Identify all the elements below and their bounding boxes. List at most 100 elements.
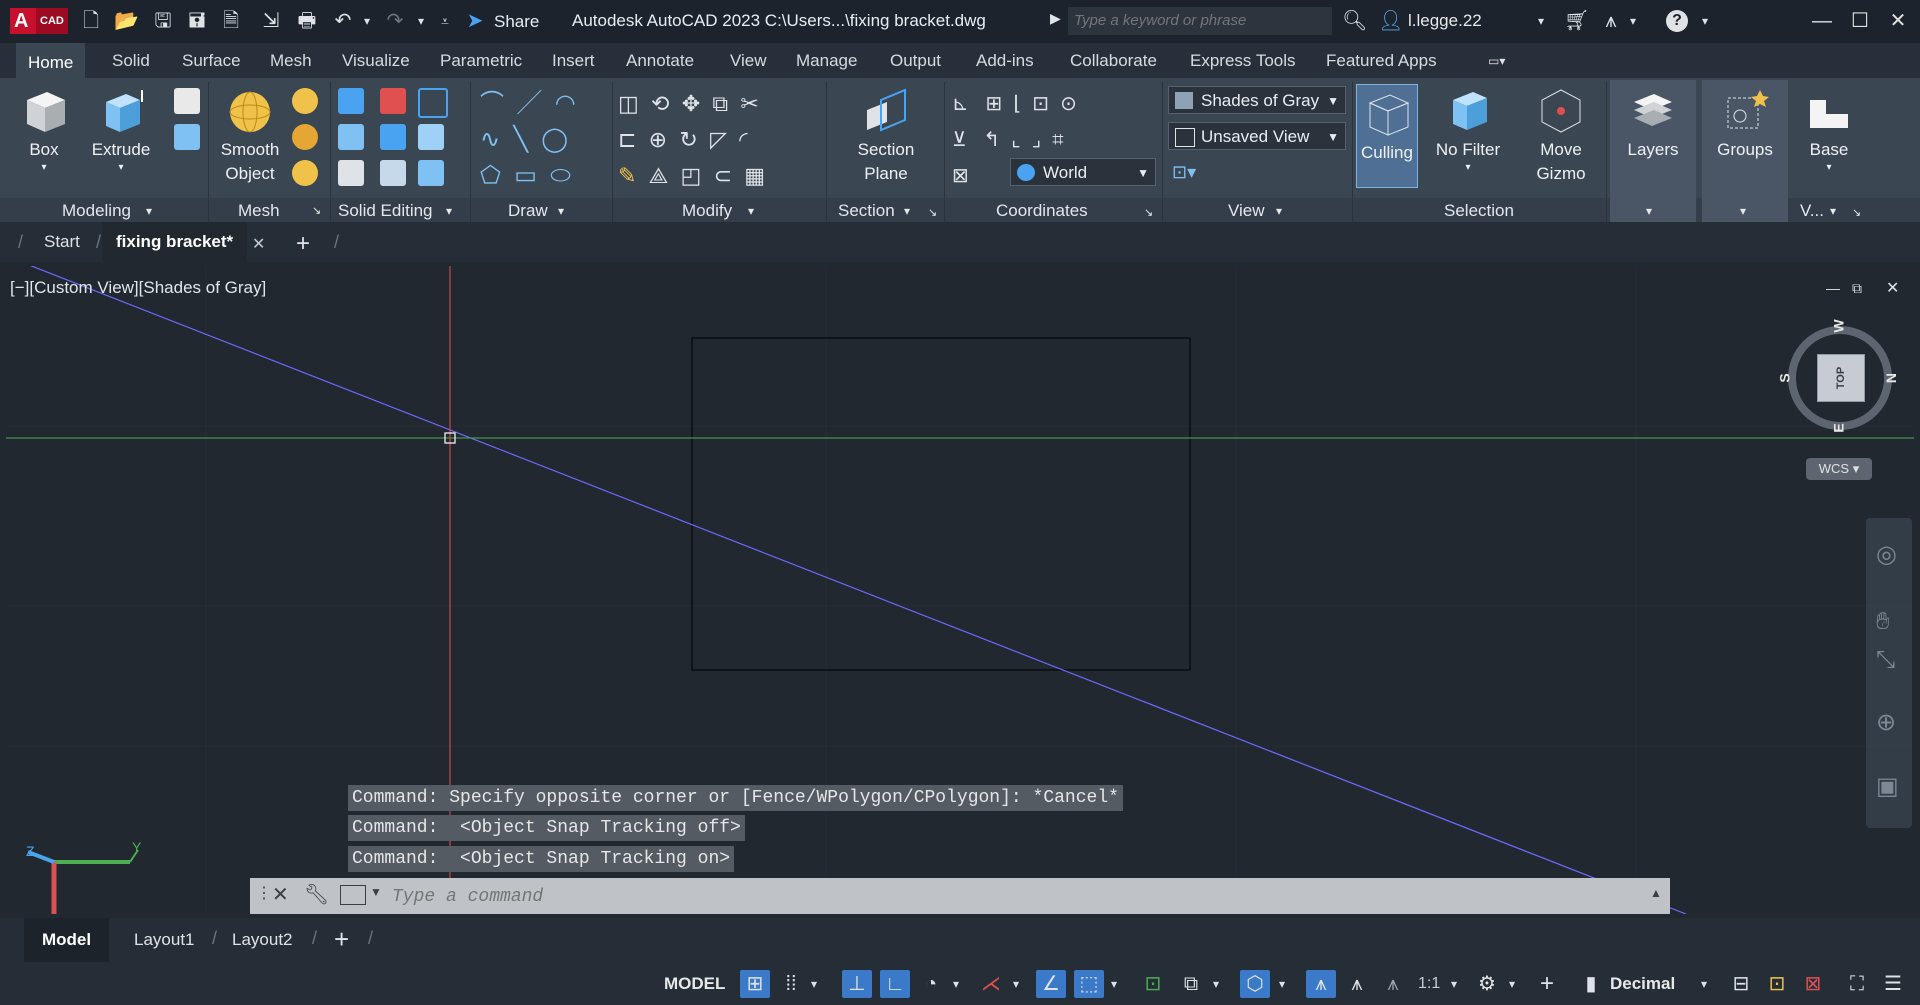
user-name[interactable]: l.legge.22: [1408, 11, 1482, 31]
section-panel-dropdown-icon[interactable]: ▾: [904, 204, 910, 218]
clean-screen-icon[interactable]: ⛶: [1842, 970, 1872, 998]
tab-layout2[interactable]: Layout2: [232, 918, 293, 962]
section-plane-button[interactable]: Section Plane: [838, 86, 934, 186]
mesh-refine-icon[interactable]: [292, 160, 318, 186]
draw-panel-label[interactable]: Draw: [508, 200, 548, 222]
export-icon[interactable]: ⇲: [260, 10, 282, 32]
ucs-view-icon[interactable]: ⊡: [1032, 93, 1049, 115]
section-panel-label[interactable]: Section: [838, 200, 895, 222]
a360-dropdown-icon[interactable]: ▾: [1622, 10, 1644, 32]
user-icon[interactable]: 👤︎: [1378, 10, 1403, 32]
mesh-smooth-more-icon[interactable]: [292, 124, 318, 150]
undo-dropdown-icon[interactable]: ▾: [356, 10, 378, 32]
grid-display-icon[interactable]: ⊞: [740, 970, 770, 998]
ucs-icon-properties-icon[interactable]: ⊙: [1060, 93, 1077, 115]
tab-layout1[interactable]: Layout1: [134, 918, 195, 962]
view-panel-launcher-icon[interactable]: ↘: [1852, 206, 1861, 219]
viewport-controls-label[interactable]: [−][Custom View][Shades of Gray]: [10, 278, 266, 298]
view-panel-truncated-label[interactable]: V...: [1800, 200, 1824, 222]
modify-panel-label[interactable]: Modify: [682, 200, 732, 222]
annotation-scale-icon[interactable]: ⩚: [1378, 970, 1408, 998]
array-icon[interactable]: ▦: [744, 163, 765, 188]
base-view-button[interactable]: Base ▾: [1796, 86, 1862, 174]
redo-dropdown-icon[interactable]: ▾: [410, 10, 432, 32]
pan-icon[interactable]: ✋︎: [1876, 608, 1890, 636]
array-3d-icon[interactable]: ⊕: [649, 127, 667, 152]
ribbon-tab-parametric[interactable]: Parametric: [440, 43, 522, 78]
command-grip-icon[interactable]: ⋮: [256, 883, 272, 903]
drawing-canvas[interactable]: Y Z: [6, 266, 1914, 914]
align-icon[interactable]: ⊏: [618, 127, 636, 152]
ribbon-minimize-toggle-icon[interactable]: ▭▾: [1488, 54, 1522, 68]
arc-icon[interactable]: ◠: [555, 90, 576, 117]
ucs-icon[interactable]: ⊾: [952, 93, 969, 115]
ribbon-tab-express-tools[interactable]: Express Tools: [1190, 43, 1296, 78]
annotation-visibility-icon[interactable]: ⩚: [1306, 970, 1336, 998]
share-icon[interactable]: ➤: [464, 10, 486, 32]
ribbon-tab-collaborate[interactable]: Collaborate: [1070, 43, 1157, 78]
construction-line[interactable]: [6, 266, 1687, 914]
mirror-icon[interactable]: ◫: [618, 91, 639, 116]
annotation-monitor-icon[interactable]: +: [1532, 970, 1562, 998]
redo-icon[interactable]: ↷: [384, 10, 406, 32]
open-folder-icon[interactable]: 📂: [114, 10, 139, 32]
offset-icon[interactable]: ⊂: [714, 163, 732, 188]
coordinates-panel-launcher-icon[interactable]: ↘: [1144, 206, 1153, 219]
line-icon[interactable]: ╱: [517, 90, 541, 117]
command-customize-wrench-icon[interactable]: 🔧︎: [304, 882, 329, 907]
workspace-dropdown-icon[interactable]: ▾: [1504, 970, 1520, 998]
osnap-dropdown-icon[interactable]: ▾: [1106, 970, 1122, 998]
modeling-panel-label[interactable]: Modeling: [62, 200, 131, 222]
ucs-3point-icon[interactable]: ⌗: [1052, 129, 1063, 151]
selection-panel-label[interactable]: Selection: [1444, 200, 1514, 222]
groups-dropdown-icon[interactable]: ▾: [1740, 204, 1746, 218]
ellipse-icon[interactable]: ⬭: [550, 162, 571, 189]
polysolid-icon[interactable]: [174, 88, 200, 114]
scale-icon[interactable]: ◸: [710, 127, 727, 152]
customize-qat-icon[interactable]: ⩡: [434, 10, 456, 32]
snap-dropdown-icon[interactable]: ▾: [806, 970, 822, 998]
ucs-named-icon[interactable]: ⊞: [985, 93, 1002, 115]
polyline-icon[interactable]: ⌒: [480, 90, 504, 117]
publish-icon[interactable]: 🗎: [220, 10, 242, 32]
solid-editing-dropdown-icon[interactable]: ▾: [446, 204, 452, 218]
extract-edges-icon[interactable]: [338, 160, 364, 186]
visual-style-dropdown[interactable]: Shades of Gray ▼: [1168, 86, 1346, 114]
minimize-button[interactable]: —: [1802, 6, 1842, 36]
lineweight-icon[interactable]: ⊡: [1138, 970, 1168, 998]
ribbon-tab-home[interactable]: Home: [16, 43, 86, 80]
status-customize-icon[interactable]: ☰: [1878, 970, 1908, 998]
ucs-previous-icon[interactable]: ↰: [983, 129, 1000, 151]
annotation-scale-value[interactable]: 1:1: [1418, 975, 1440, 993]
search-icon[interactable]: 🔍︎: [1342, 10, 1367, 32]
ucs-x-icon[interactable]: ⌞: [1011, 129, 1020, 151]
ribbon-tab-insert[interactable]: Insert: [552, 43, 595, 78]
ribbon-tab-view[interactable]: View: [730, 43, 767, 78]
share-button[interactable]: Share: [494, 12, 539, 32]
command-input[interactable]: [390, 881, 1656, 913]
circle-icon[interactable]: ◯: [541, 126, 568, 153]
compass-s-label[interactable]: S: [1777, 373, 1793, 382]
workspace-gear-icon[interactable]: ⚙: [1472, 970, 1502, 998]
saved-view-dropdown[interactable]: Unsaved View ▼: [1168, 122, 1346, 150]
tab-start[interactable]: Start: [44, 222, 80, 262]
ucs-world-dropdown[interactable]: World ▼: [1010, 158, 1156, 186]
save-icon[interactable]: 🖫: [152, 10, 174, 32]
units-value[interactable]: Decimal: [1610, 970, 1675, 998]
viewport-restore-icon[interactable]: ⧉: [1852, 280, 1862, 297]
ribbon-tab-annotate[interactable]: Annotate: [626, 43, 694, 78]
orbit-icon[interactable]: ⊕: [1876, 708, 1896, 737]
ribbon-tab-solid[interactable]: Solid: [112, 43, 150, 78]
ucs-z-icon[interactable]: ⌟: [1032, 129, 1041, 151]
ribbon-tab-addins[interactable]: Add-ins: [976, 43, 1034, 78]
autodesk-a360-icon[interactable]: ⩚: [1600, 10, 1622, 32]
search-input[interactable]: [1068, 7, 1332, 35]
print-icon[interactable]: 🖶: [296, 10, 318, 32]
mesh-panel-launcher-icon[interactable]: ↘: [312, 204, 321, 217]
section-panel-launcher-icon[interactable]: ↘: [928, 206, 937, 219]
ribbon-tab-visualize[interactable]: Visualize: [342, 43, 410, 78]
3d-mirror-icon[interactable]: ⟁: [649, 163, 669, 188]
compass-e-label[interactable]: E: [1831, 423, 1847, 432]
quick-properties-icon[interactable]: ⊟: [1726, 970, 1756, 998]
command-close-icon[interactable]: ✕: [272, 882, 289, 907]
